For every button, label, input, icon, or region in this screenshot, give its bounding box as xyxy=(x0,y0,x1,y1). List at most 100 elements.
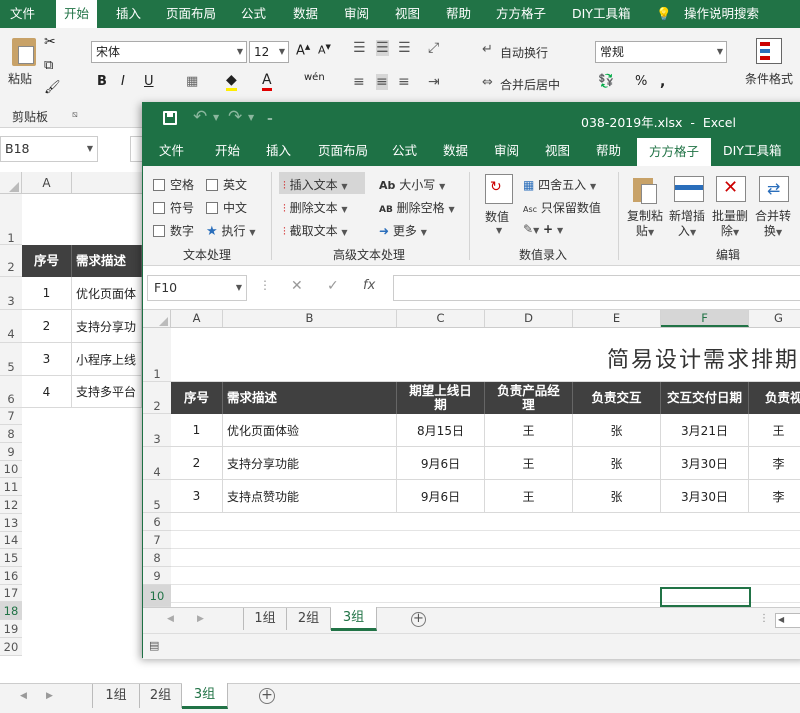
back-name-box[interactable]: B18 ▼ xyxy=(0,136,98,162)
tab-help[interactable]: 帮助 xyxy=(446,0,471,28)
indent-icon[interactable]: ⇥ xyxy=(428,74,440,90)
row-header[interactable]: 1 xyxy=(0,194,22,245)
back-cell[interactable]: 2 xyxy=(22,310,72,343)
delete-text-button[interactable]: ⫶ 删除文本 ▼ xyxy=(283,199,348,216)
add-insert-button[interactable]: 新增插 入▼ xyxy=(669,209,705,240)
back-sheet-tab-1[interactable]: 1组 xyxy=(92,684,140,708)
merge-convert-button[interactable]: 合并转 换▼ xyxy=(755,209,791,240)
table-cell[interactable]: 王 xyxy=(485,447,573,480)
front-row-header[interactable]: 7 xyxy=(143,531,171,549)
more-button[interactable]: ➜ 更多 ▼ xyxy=(379,222,427,239)
value-icon[interactable]: ↻ xyxy=(485,174,513,204)
col-header-f[interactable]: F xyxy=(661,310,749,327)
copy-paste-button[interactable]: 复制粘 贴▼ xyxy=(627,209,663,240)
phonetic-icon[interactable]: wén xyxy=(304,72,325,83)
tab-fangfang[interactable]: 方方格子 xyxy=(496,0,546,28)
front-sheet-tab-2[interactable]: 2组 xyxy=(287,608,331,630)
tab-split-icon[interactable]: ⋮ xyxy=(759,613,769,624)
row-header[interactable]: 10 xyxy=(0,461,22,478)
front-row-header[interactable]: 6 xyxy=(143,513,171,531)
currency-icon[interactable]: 💱 xyxy=(598,74,614,89)
table-cell[interactable]: 3月30日 xyxy=(661,447,749,480)
tab-page-layout[interactable]: 页面布局 xyxy=(166,0,216,28)
align-middle-icon[interactable]: ☰ xyxy=(376,40,389,56)
front-tab-file[interactable]: 文件 xyxy=(159,137,184,165)
front-row-header[interactable]: 3 xyxy=(143,414,171,447)
align-left-icon[interactable]: ≡ xyxy=(353,74,365,90)
front-row-header[interactable]: 1 xyxy=(143,328,171,382)
conditional-format-icon[interactable] xyxy=(756,38,782,64)
front-row-header[interactable]: 2 xyxy=(143,382,171,414)
row-header[interactable]: 20 xyxy=(0,638,22,656)
paste-icon[interactable] xyxy=(12,38,36,66)
row-header[interactable]: 16 xyxy=(0,567,22,585)
undo-icon[interactable]: ↶ xyxy=(193,107,207,127)
row-header[interactable]: 15 xyxy=(0,549,22,567)
comma-icon[interactable]: , xyxy=(660,74,665,90)
value-button[interactable]: 数值 xyxy=(485,208,509,225)
tab-formulas[interactable]: 公式 xyxy=(241,0,266,28)
wrap-text-label[interactable]: 自动换行 xyxy=(500,44,548,61)
add-insert-icon[interactable] xyxy=(674,176,704,202)
table-cell[interactable]: 支持分享功能 xyxy=(223,447,397,480)
col-header-b[interactable]: B xyxy=(223,310,397,327)
tab-insert[interactable]: 插入 xyxy=(116,0,141,28)
table-cell[interactable]: 9月6日 xyxy=(397,480,485,513)
macro-record-icon[interactable]: ▤ xyxy=(149,639,159,652)
tab-diy[interactable]: DIY工具箱 xyxy=(572,0,630,28)
back-cell[interactable]: 支持多平台 xyxy=(72,376,142,408)
redo-icon[interactable]: ↷ xyxy=(228,107,242,127)
conditional-format-label[interactable]: 条件格式 xyxy=(745,70,793,87)
delete-space-button[interactable]: AB 删除空格 ▼ xyxy=(379,199,455,216)
front-sheet-tab-3[interactable]: 3组 xyxy=(331,607,377,631)
col-header-g[interactable]: G xyxy=(749,310,800,327)
front-tab-diy[interactable]: DIY工具箱 xyxy=(723,137,781,165)
back-sheet-tab-2[interactable]: 2组 xyxy=(140,684,182,708)
table-cell[interactable]: 1 xyxy=(171,414,223,447)
table-cell[interactable]: 王 xyxy=(485,414,573,447)
horizontal-scrollbar[interactable]: ◀ xyxy=(775,613,800,628)
front-tab-review[interactable]: 审阅 xyxy=(494,137,519,165)
back-cell[interactable]: 4 xyxy=(22,376,72,408)
back-cell[interactable]: 支持分享功 xyxy=(72,310,142,343)
number-format-select[interactable]: 常规 ▼ xyxy=(595,41,727,63)
front-tab-data[interactable]: 数据 xyxy=(443,137,468,165)
row-header[interactable]: 19 xyxy=(0,620,22,638)
front-tab-view[interactable]: 视图 xyxy=(545,137,570,165)
add-sheet-icon[interactable]: + xyxy=(259,688,275,704)
back-cell[interactable]: 优化页面体 xyxy=(72,277,142,310)
tell-me-search[interactable]: 操作说明搜索 xyxy=(684,0,759,28)
front-prev-sheet-icon[interactable]: ◀ xyxy=(167,614,174,624)
enter-icon[interactable]: ✓ xyxy=(327,278,339,294)
row-header[interactable]: 13 xyxy=(0,514,22,532)
table-cell[interactable]: 李 xyxy=(749,480,800,513)
italic-button[interactable]: I xyxy=(121,74,125,89)
next-sheet-icon[interactable]: ▶ xyxy=(46,691,53,701)
table-cell[interactable]: 8月15日 xyxy=(397,414,485,447)
table-cell[interactable]: 王 xyxy=(485,480,573,513)
merge-center-label[interactable]: 合并后居中 xyxy=(500,76,560,93)
font-size-select[interactable]: 12 ▼ xyxy=(249,41,289,63)
front-tab-page-layout[interactable]: 页面布局 xyxy=(318,137,368,165)
front-sheet-tab-1[interactable]: 1组 xyxy=(243,608,287,630)
row-header[interactable]: 6 xyxy=(0,376,22,408)
cancel-icon[interactable]: ✕ xyxy=(291,278,303,294)
tab-review[interactable]: 审阅 xyxy=(344,0,369,28)
checkbox-english[interactable]: 英文 xyxy=(206,176,247,193)
row-header[interactable]: 14 xyxy=(0,532,22,549)
front-tab-home[interactable]: 开始 xyxy=(215,137,240,165)
insert-text-button[interactable]: ⫶ 插入文本 ▼ xyxy=(283,176,348,193)
redo-dropdown-icon[interactable]: ▼ xyxy=(248,113,254,122)
front-name-box[interactable]: F10 ▼ xyxy=(147,275,247,301)
dialog-launcher-icon[interactable]: ⧅ xyxy=(72,110,78,120)
round-button[interactable]: ▦ 四舍五入 ▼ xyxy=(523,176,596,193)
paste-label[interactable]: 粘贴 xyxy=(8,70,32,87)
batch-delete-button[interactable]: 批量删 除▼ xyxy=(712,209,748,240)
prev-sheet-icon[interactable]: ◀ xyxy=(20,691,27,701)
merge-convert-icon[interactable]: ⇄ xyxy=(759,176,789,202)
row-header[interactable]: 5 xyxy=(0,343,22,376)
row-header[interactable]: 8 xyxy=(0,425,22,443)
back-cell[interactable]: 3 xyxy=(22,343,72,376)
font-name-select[interactable]: 宋体 ▼ xyxy=(91,41,247,63)
case-button[interactable]: Ab 大小写 ▼ xyxy=(379,176,445,193)
